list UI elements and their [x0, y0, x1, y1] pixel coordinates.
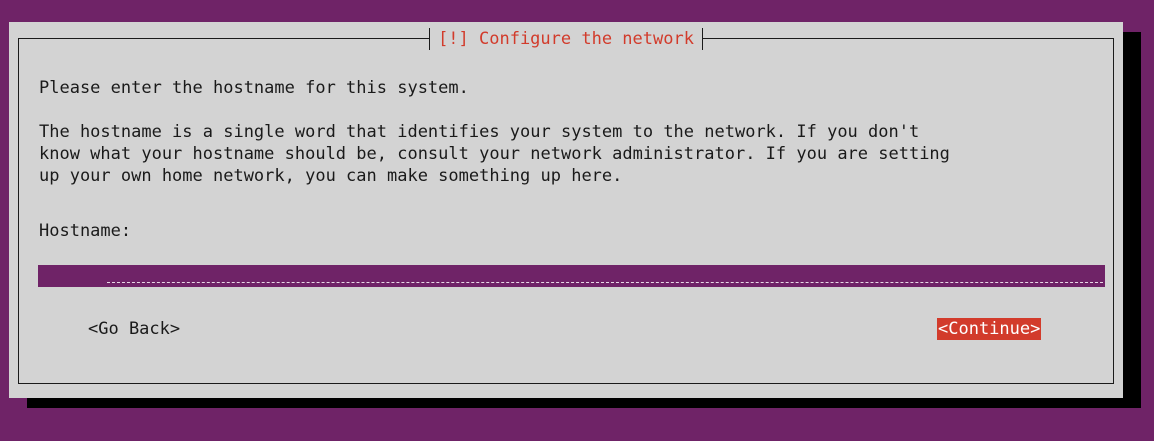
hostname-input[interactable]: ubuntu	[38, 265, 1105, 287]
hostname-label: Hostname:	[39, 221, 132, 241]
description-line-2: know what your hostname should be, consu…	[39, 144, 950, 164]
prompt-text: Please enter the hostname for this syste…	[39, 78, 469, 98]
description-line-3: up your own home network, you can make s…	[39, 166, 623, 186]
dialog-title-bar: [!] Configure the network	[9, 26, 1123, 52]
configure-network-dialog: [!] Configure the network Please enter t…	[9, 22, 1123, 398]
input-fill-underline	[107, 282, 1103, 283]
description-line-1: The hostname is a single word that ident…	[39, 122, 920, 142]
go-back-button[interactable]: <Go Back>	[88, 318, 180, 340]
dialog-title: [!] Configure the network	[429, 28, 703, 50]
continue-button[interactable]: <Continue>	[937, 318, 1042, 340]
